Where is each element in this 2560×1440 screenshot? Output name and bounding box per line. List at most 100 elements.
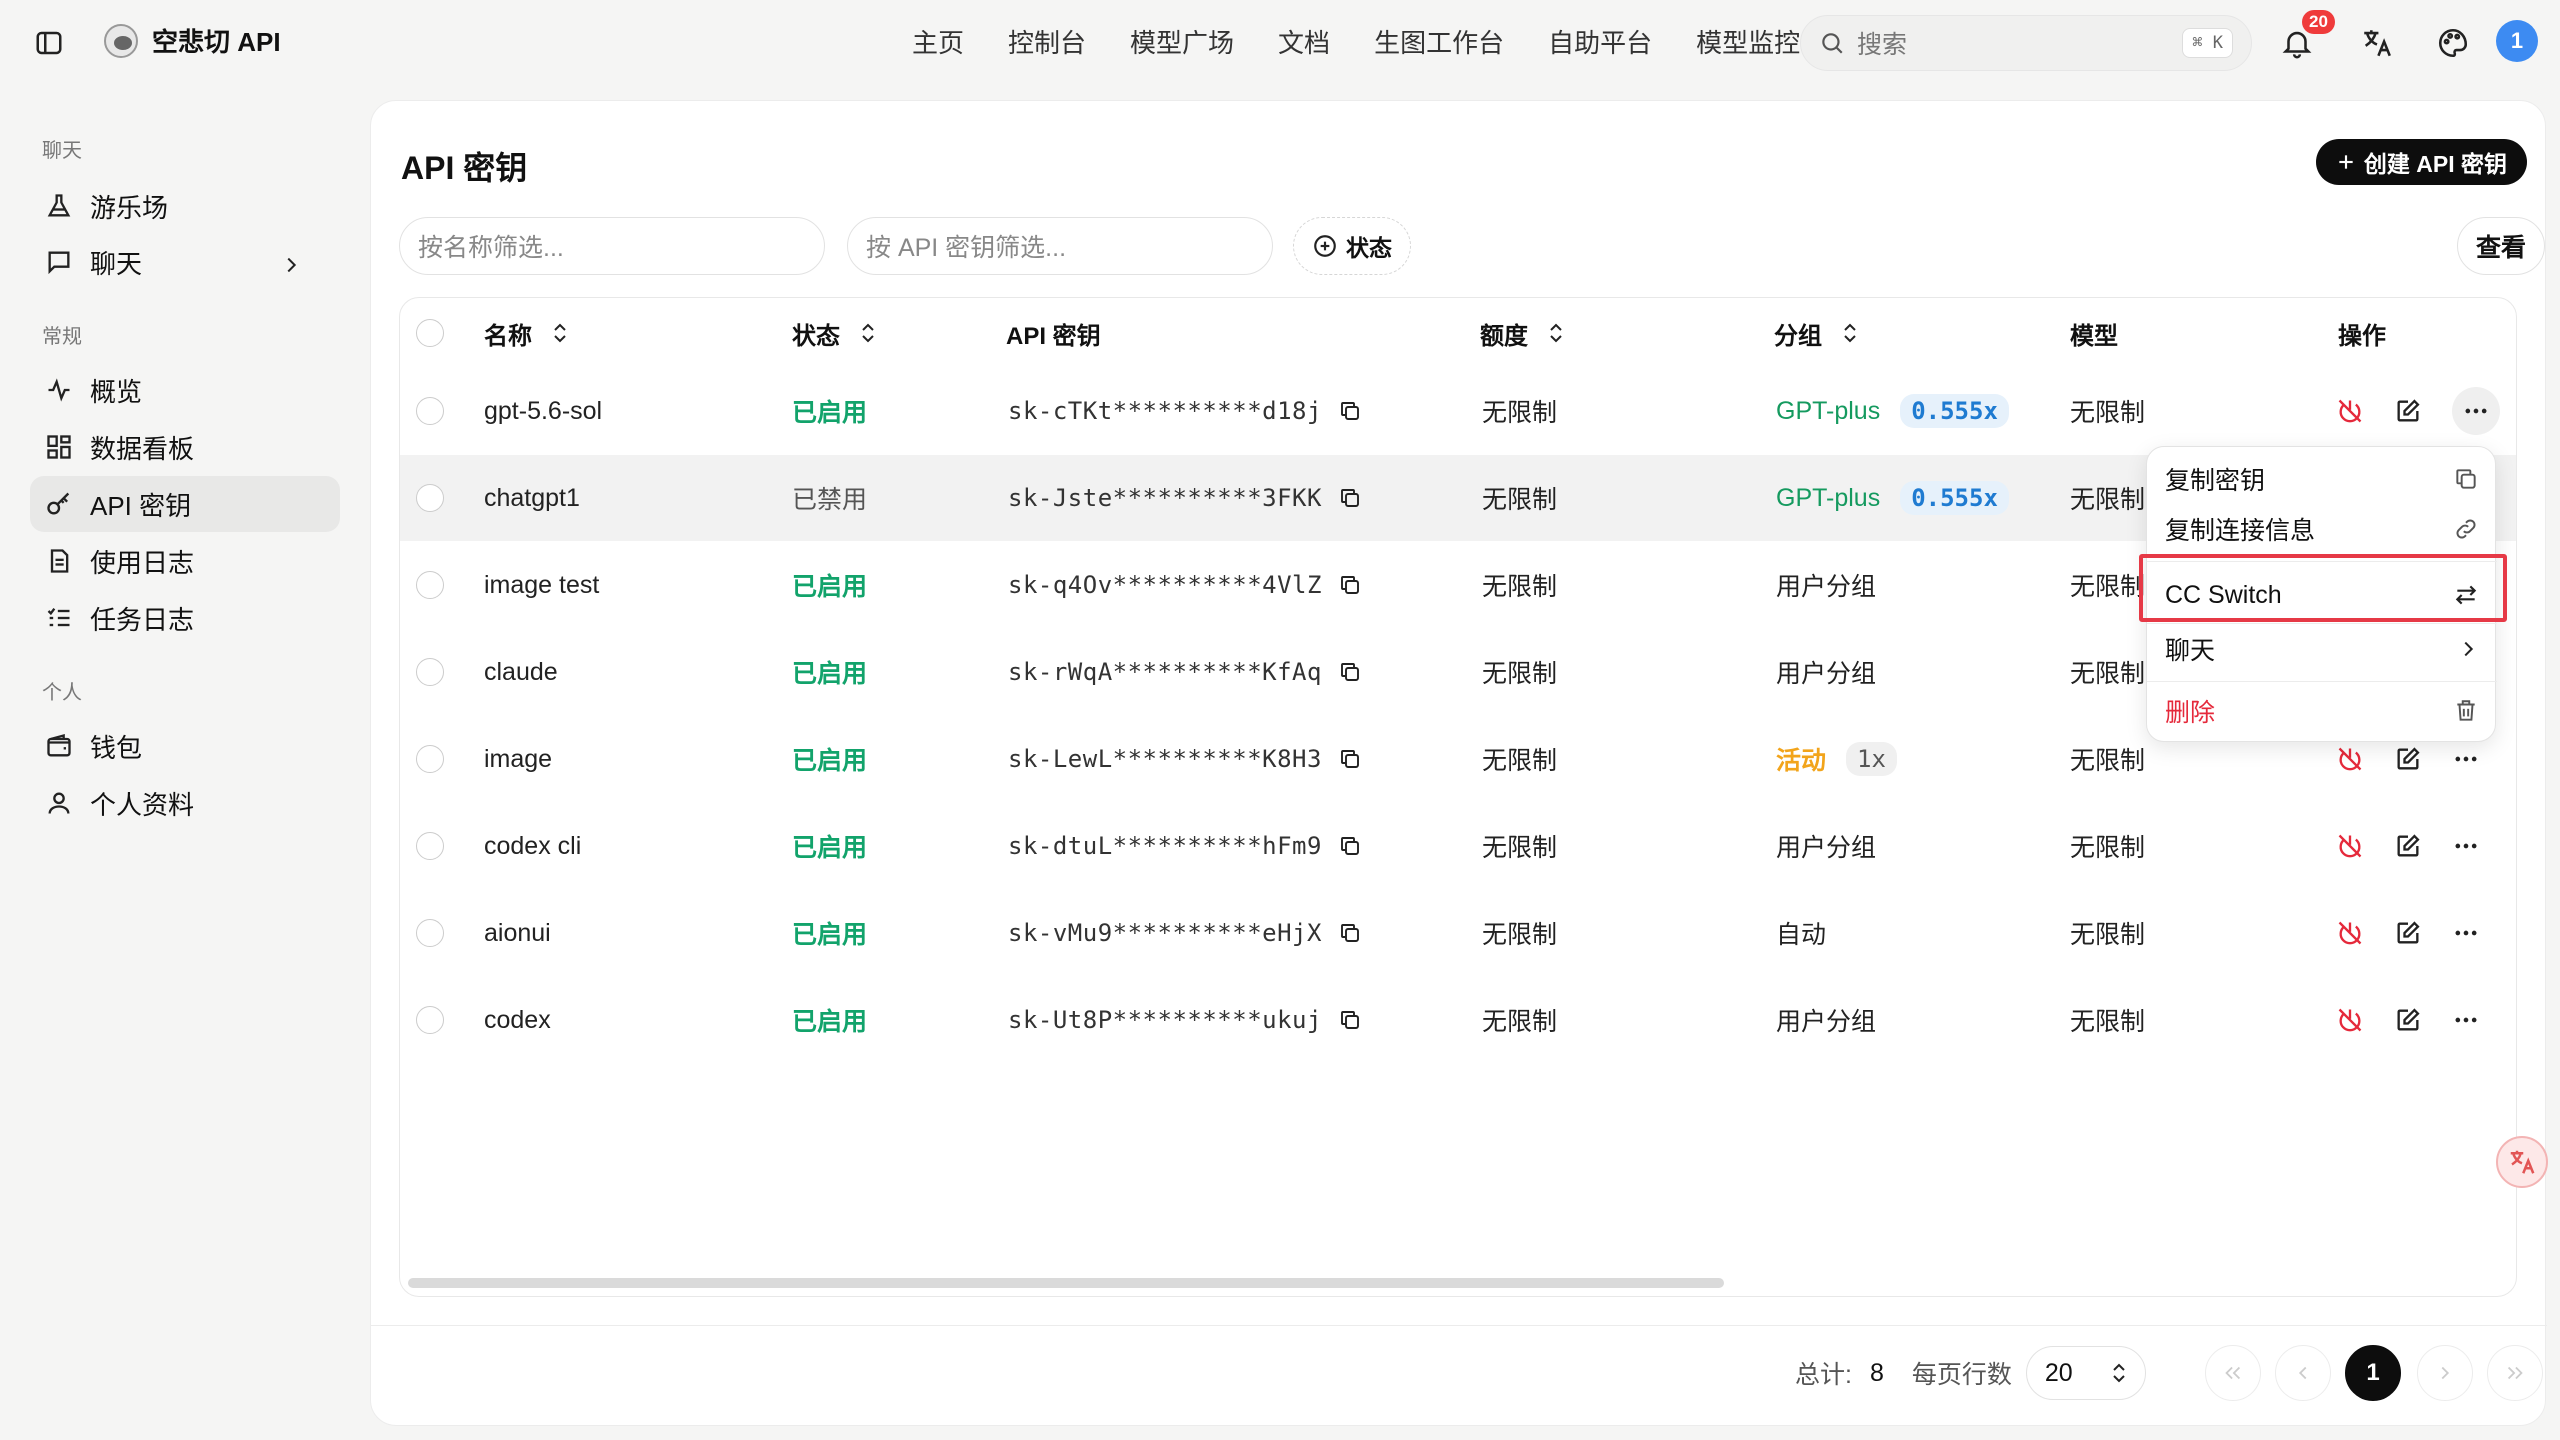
column-header-name[interactable]: 名称 [484, 316, 568, 351]
trash-icon [2453, 698, 2479, 724]
first-page-button[interactable] [2205, 1345, 2261, 1401]
menu-item-delete[interactable]: 删除 [2147, 687, 2497, 735]
column-header-actions: 操作 [2338, 322, 2386, 350]
search-shortcut: ⌘ K [2182, 28, 2233, 58]
edit-icon[interactable] [2394, 1006, 2422, 1034]
name-filter-input[interactable]: 按名称筛选... [399, 217, 825, 275]
sort-icon [1548, 322, 1564, 344]
next-page-button[interactable] [2417, 1345, 2473, 1401]
api-key-value: sk-Ut8P**********ukuj [1008, 1006, 1322, 1034]
select-all-checkbox[interactable] [416, 319, 444, 347]
view-button[interactable]: 查看 [2457, 217, 2545, 275]
menu-item-chat[interactable]: 聊天 [2147, 625, 2497, 673]
last-page-button[interactable] [2487, 1345, 2543, 1401]
column-header-group[interactable]: 分组 [1774, 316, 1858, 351]
key-name: codex [484, 1005, 551, 1034]
top-bar: 空悲切 API 主页 控制台 模型广场 文档 生图工作台 自助平台 模型监控 搜… [0, 0, 2560, 86]
copy-icon[interactable] [1338, 834, 1362, 858]
edit-icon[interactable] [2394, 397, 2422, 425]
sidebar-item-api-keys[interactable]: API 密钥 [30, 476, 340, 532]
translate-icon[interactable] [2356, 22, 2398, 64]
table-row[interactable]: aionui 已启用 sk-vMu9**********eHjX 无限制 自动 无限制 [400, 890, 2516, 976]
edit-icon[interactable] [2394, 745, 2422, 773]
power-off-icon[interactable] [2336, 397, 2364, 425]
sidebar-item-chat[interactable]: 聊天 [30, 234, 340, 290]
copy-icon[interactable] [1338, 921, 1362, 945]
status-filter-button[interactable]: 状态 [1293, 217, 1411, 275]
plus-icon [2336, 152, 2356, 172]
menu-item-copy-key[interactable]: 复制密钥 [2147, 455, 2497, 503]
model-value: 无限制 [2070, 834, 2146, 862]
menu-item-copy-connection[interactable]: 复制连接信息 [2147, 505, 2497, 553]
create-api-key-label: 创建 API 密钥 [2363, 151, 2507, 177]
sidebar-item-dashboard[interactable]: 数据看板 [30, 419, 340, 475]
brand[interactable]: 空悲切 API [104, 22, 281, 59]
nav-item-home[interactable]: 主页 [912, 24, 986, 62]
row-checkbox[interactable] [416, 832, 444, 860]
nav-item-image-studio[interactable]: 生图工作台 [1352, 24, 1526, 62]
more-icon[interactable] [2452, 919, 2480, 947]
row-checkbox[interactable] [416, 919, 444, 947]
page-button-current[interactable]: 1 [2345, 1345, 2401, 1401]
row-checkbox[interactable] [416, 397, 444, 425]
power-off-icon[interactable] [2336, 919, 2364, 947]
power-off-icon[interactable] [2336, 832, 2364, 860]
model-value: 无限制 [2070, 486, 2146, 514]
column-header-quota[interactable]: 额度 [1480, 316, 1564, 351]
edit-icon[interactable] [2394, 832, 2422, 860]
search-icon [1819, 30, 1845, 56]
sidebar-item-profile[interactable]: 个人资料 [30, 775, 340, 831]
prev-page-button[interactable] [2275, 1345, 2331, 1401]
nav-item-docs[interactable]: 文档 [1256, 24, 1352, 62]
key-name: image [484, 744, 553, 773]
sidebar-item-wallet[interactable]: 钱包 [30, 718, 340, 774]
quota-value: 无限制 [1482, 1008, 1558, 1036]
more-icon[interactable] [2452, 387, 2500, 435]
column-header-status[interactable]: 状态 [792, 316, 876, 351]
sidebar-item-task-log[interactable]: 任务日志 [30, 590, 340, 646]
nav-item-console[interactable]: 控制台 [986, 24, 1108, 62]
table-row[interactable]: gpt-5.6-sol 已启用 sk-cTKt**********d18j 无限制 GP… [400, 368, 2516, 454]
search-input[interactable]: 搜索 ⌘ K [1800, 15, 2252, 71]
group-value: GPT-plus [1776, 396, 1881, 425]
copy-icon[interactable] [1338, 747, 1362, 771]
more-icon[interactable] [2452, 745, 2480, 773]
per-page-select[interactable]: 20 [2025, 1346, 2146, 1400]
plus-circle-icon [1312, 233, 1338, 259]
key-filter-input[interactable]: 按 API 密钥筛选... [847, 217, 1273, 275]
more-icon[interactable] [2452, 1006, 2480, 1034]
edit-icon[interactable] [2394, 919, 2422, 947]
sidebar-item-playground[interactable]: 游乐场 [30, 178, 340, 234]
nav-item-model-market[interactable]: 模型广场 [1108, 24, 1256, 62]
row-checkbox[interactable] [416, 1006, 444, 1034]
sidebar-section-personal: 个人 [42, 682, 82, 704]
sidebar-item-usage-log[interactable]: 使用日志 [30, 533, 340, 589]
copy-icon[interactable] [1338, 660, 1362, 684]
floating-translate-icon[interactable] [2496, 1136, 2548, 1188]
menu-divider [2147, 681, 2497, 682]
row-checkbox[interactable] [416, 571, 444, 599]
row-checkbox[interactable] [416, 745, 444, 773]
row-checkbox[interactable] [416, 484, 444, 512]
api-key-value: sk-cTKt**********d18j [1008, 397, 1322, 425]
copy-icon[interactable] [1338, 573, 1362, 597]
group-value: 用户分组 [1776, 834, 1877, 862]
table-row[interactable]: codex cli 已启用 sk-dtuL**********hFm9 无限制 用户分组… [400, 803, 2516, 889]
horizontal-scrollbar[interactable] [408, 1278, 1724, 1288]
more-icon[interactable] [2452, 832, 2480, 860]
sidebar-item-overview[interactable]: 概览 [30, 362, 340, 418]
create-api-key-button[interactable]: 创建 API 密钥 [2315, 139, 2527, 185]
avatar[interactable]: 1 [2496, 20, 2538, 62]
copy-icon[interactable] [1338, 1008, 1362, 1032]
sidebar-toggle-icon[interactable] [32, 26, 66, 60]
power-off-icon[interactable] [2336, 745, 2364, 773]
nav-item-self-service[interactable]: 自助平台 [1526, 24, 1674, 62]
palette-icon[interactable] [2432, 22, 2474, 64]
table-row[interactable]: codex 已启用 sk-Ut8P**********ukuj 无限制 用户分组 无限制 [400, 977, 2516, 1063]
status-badge: 已启用 [792, 399, 868, 427]
copy-icon[interactable] [1338, 486, 1362, 510]
copy-icon[interactable] [1338, 399, 1362, 423]
power-off-icon[interactable] [2336, 1006, 2364, 1034]
group-value: 用户分组 [1776, 660, 1877, 688]
row-checkbox[interactable] [416, 658, 444, 686]
